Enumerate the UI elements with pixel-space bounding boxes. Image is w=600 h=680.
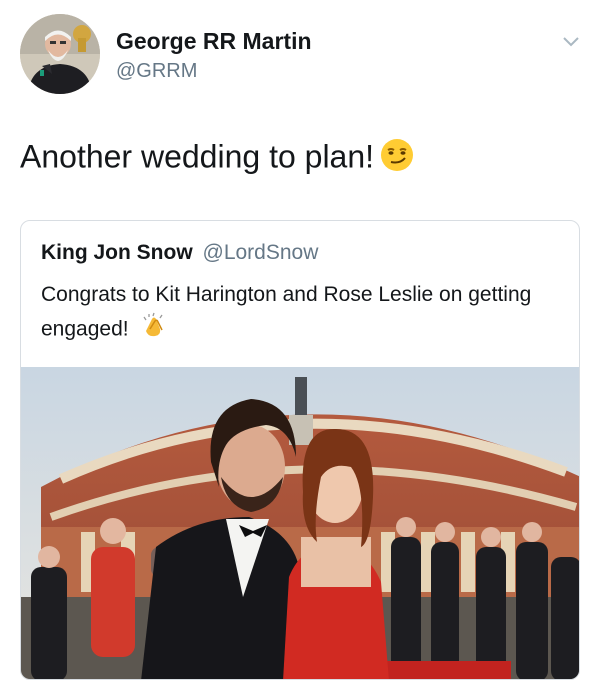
tweet-text: Another wedding to plan!: [20, 138, 375, 175]
quoted-text-block: Congrats to Kit Harington and Rose Lesli…: [41, 279, 561, 349]
tweet-text-line: Another wedding to plan!: [20, 138, 414, 180]
avatar-image: [20, 14, 100, 94]
tweet-card: George RR Martin @GRRM Another wedding t…: [0, 0, 600, 680]
clapping-hands-icon: [140, 311, 168, 349]
quoted-author-handle[interactable]: @LordSnow: [203, 241, 319, 264]
quoted-header: King Jon Snow @LordSnow: [41, 241, 318, 265]
author-handle[interactable]: @GRRM: [116, 60, 197, 83]
chevron-down-icon[interactable]: [562, 36, 580, 48]
quoted-author-name[interactable]: King Jon Snow: [41, 241, 193, 264]
author-name[interactable]: George RR Martin: [116, 28, 312, 55]
quoted-text: Congrats to Kit Harington and Rose Lesli…: [41, 283, 532, 341]
quoted-tweet[interactable]: King Jon Snow @LordSnow Congrats to Kit …: [20, 220, 580, 680]
smirking-face-icon: [380, 138, 414, 180]
author-avatar[interactable]: [20, 14, 100, 94]
event-photo[interactable]: [21, 367, 580, 680]
